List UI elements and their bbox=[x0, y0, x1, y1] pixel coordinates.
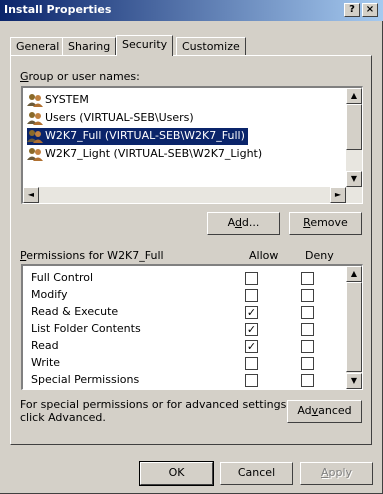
advanced-note-line1: For special permissions or for advanced … bbox=[20, 398, 290, 411]
permission-row: Read & Execute ✓ bbox=[31, 304, 351, 321]
scroll-down-icon[interactable]: ▼ bbox=[346, 373, 362, 389]
list-item-users[interactable]: Users (VIRTUAL-SEB\Users) bbox=[27, 110, 197, 127]
users-horizontal-scrollbar[interactable]: ◄ ► bbox=[23, 187, 362, 203]
permission-row: Read ✓ bbox=[31, 338, 351, 355]
window-title: Install Properties bbox=[4, 3, 112, 16]
properties-dialog: Install Properties ? × General Sharing S… bbox=[0, 0, 383, 494]
permission-row: List Folder Contents ✓ bbox=[31, 321, 351, 338]
scroll-down-icon[interactable]: ▼ bbox=[346, 171, 362, 187]
deny-checkbox[interactable] bbox=[301, 340, 314, 353]
scroll-up-icon[interactable]: ▲ bbox=[346, 88, 362, 104]
permission-row: Full Control bbox=[31, 270, 351, 287]
allow-checkbox[interactable]: ✓ bbox=[245, 306, 258, 319]
scroll-left-icon[interactable]: ◄ bbox=[23, 187, 39, 203]
user-group-icon bbox=[27, 130, 43, 143]
permission-row: Special Permissions bbox=[31, 372, 351, 389]
permission-row: Modify bbox=[31, 287, 351, 304]
list-item-system[interactable]: SYSTEM bbox=[27, 92, 92, 109]
help-button[interactable]: ? bbox=[344, 3, 360, 17]
scroll-thumb[interactable] bbox=[346, 104, 362, 150]
permission-name: Read & Execute bbox=[31, 305, 119, 318]
deny-checkbox[interactable] bbox=[301, 306, 314, 319]
permissions-listbox[interactable]: Full Control Modify Read & Execute ✓ Lis… bbox=[21, 264, 363, 390]
tab-sharing[interactable]: Sharing bbox=[62, 37, 117, 55]
deny-checkbox[interactable] bbox=[301, 374, 314, 387]
permission-name: Modify bbox=[31, 288, 68, 301]
user-group-icon bbox=[27, 94, 43, 107]
allow-column-header: Allow bbox=[249, 249, 279, 262]
permission-name: Special Permissions bbox=[31, 373, 140, 386]
allow-checkbox[interactable] bbox=[245, 272, 258, 285]
close-button[interactable]: × bbox=[362, 3, 378, 17]
permissions-label: Permissions for W2K7_Full bbox=[20, 249, 164, 262]
deny-checkbox[interactable] bbox=[301, 289, 314, 302]
allow-checkbox[interactable] bbox=[245, 289, 258, 302]
allow-checkbox[interactable] bbox=[245, 357, 258, 370]
scroll-right-icon[interactable]: ► bbox=[330, 187, 346, 203]
users-label: Group or user names: bbox=[20, 70, 140, 83]
apply-button[interactable]: Apply bbox=[300, 462, 373, 485]
advanced-button[interactable]: Advanced bbox=[287, 400, 362, 423]
users-vertical-scrollbar[interactable]: ▲ ▼ bbox=[346, 88, 362, 187]
remove-button[interactable]: Remove bbox=[289, 212, 362, 235]
deny-checkbox[interactable] bbox=[301, 323, 314, 336]
allow-checkbox[interactable]: ✓ bbox=[245, 323, 258, 336]
title-bar[interactable]: Install Properties ? × bbox=[0, 0, 383, 21]
tab-general[interactable]: General bbox=[10, 37, 66, 55]
permission-name: Full Control bbox=[31, 271, 94, 284]
add-button[interactable]: Add... bbox=[207, 212, 280, 235]
list-item-w2k7-light[interactable]: W2K7_Light (VIRTUAL-SEB\W2K7_Light) bbox=[27, 146, 265, 163]
advanced-note-line2: click Advanced. bbox=[20, 411, 106, 424]
deny-checkbox[interactable] bbox=[301, 272, 314, 285]
cancel-button[interactable]: Cancel bbox=[220, 462, 293, 485]
permission-name: List Folder Contents bbox=[31, 322, 141, 335]
allow-checkbox[interactable]: ✓ bbox=[245, 340, 258, 353]
list-item-w2k7-full[interactable]: W2K7_Full (VIRTUAL-SEB\W2K7_Full) bbox=[27, 128, 248, 145]
permission-name: Read bbox=[31, 339, 59, 352]
permission-name: Write bbox=[31, 356, 61, 369]
permission-row: Write bbox=[31, 355, 351, 372]
scroll-up-icon[interactable]: ▲ bbox=[346, 266, 362, 282]
tab-customize[interactable]: Customize bbox=[176, 37, 246, 55]
ok-button[interactable]: OK bbox=[139, 461, 214, 486]
security-tab-panel: Group or user names: SYSTEM Users (VIRTU… bbox=[10, 55, 372, 445]
deny-checkbox[interactable] bbox=[301, 357, 314, 370]
advanced-note: For special permissions or for advanced … bbox=[20, 398, 290, 424]
allow-checkbox[interactable] bbox=[245, 374, 258, 387]
users-listbox[interactable]: SYSTEM Users (VIRTUAL-SEB\Users) W2K7_Fu… bbox=[21, 86, 363, 204]
user-group-icon bbox=[27, 148, 43, 161]
scroll-thumb[interactable] bbox=[346, 282, 362, 372]
permissions-vertical-scrollbar[interactable]: ▲ ▼ bbox=[346, 266, 362, 389]
deny-column-header: Deny bbox=[305, 249, 334, 262]
user-group-icon bbox=[27, 112, 43, 125]
tab-security[interactable]: Security bbox=[116, 35, 174, 56]
